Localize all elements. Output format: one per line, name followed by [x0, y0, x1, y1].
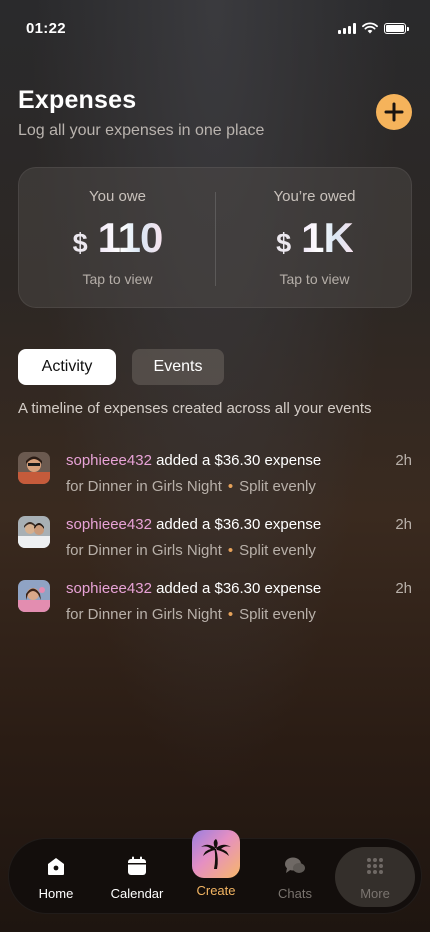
- activity-details: for Dinner in Girls Night • Split evenly: [66, 542, 316, 559]
- wifi-icon: [362, 22, 378, 34]
- you-owe-panel[interactable]: You owe $ 110 Tap to view: [19, 168, 216, 309]
- activity-item[interactable]: sophieee432 added a $36.30 expense for D…: [18, 450, 412, 506]
- create-button[interactable]: [192, 830, 240, 878]
- home-icon: [48, 857, 64, 875]
- youre-owed-tap-hint: Tap to view: [279, 271, 350, 287]
- nav-more-label: More: [360, 886, 390, 901]
- youre-owed-panel[interactable]: You’re owed $ 1K Tap to view: [216, 168, 413, 309]
- youre-owed-label: You’re owed: [273, 188, 356, 205]
- bottom-nav: Home Calendar Create Chats More: [8, 830, 422, 915]
- activity-time: 2h: [395, 452, 412, 469]
- status-bar: 01:22: [0, 0, 430, 54]
- timeline-description: A timeline of expenses created across al…: [18, 400, 372, 417]
- chat-bubbles-icon: [285, 857, 305, 873]
- avatar: [18, 580, 50, 612]
- you-owe-amount: $ 110: [19, 214, 216, 262]
- activity-username[interactable]: sophieee432: [66, 580, 152, 597]
- separator-dot-icon: •: [227, 606, 234, 623]
- nav-create[interactable]: Create: [185, 830, 247, 915]
- activity-username[interactable]: sophieee432: [66, 516, 152, 533]
- plus-icon: [384, 102, 404, 122]
- activity-item[interactable]: sophieee432 added a $36.30 expense for D…: [18, 514, 412, 570]
- status-time: 01:22: [26, 20, 66, 37]
- nav-calendar[interactable]: Calendar: [105, 839, 169, 915]
- activity-details: for Dinner in Girls Night • Split evenly: [66, 606, 316, 623]
- activity-headline: sophieee432 added a $36.30 expense: [66, 516, 321, 533]
- activity-item[interactable]: sophieee432 added a $36.30 expense for D…: [18, 578, 412, 634]
- activity-event: for Dinner in Girls Night: [66, 478, 222, 495]
- palm-tree-icon: [201, 839, 231, 869]
- page-subtitle: Log all your expenses in one place: [18, 122, 265, 139]
- nav-more[interactable]: More: [335, 839, 415, 915]
- activity-time: 2h: [395, 516, 412, 533]
- avatar: [18, 516, 50, 548]
- activity-username[interactable]: sophieee432: [66, 452, 152, 469]
- battery-icon: [384, 22, 409, 34]
- activity-event: for Dinner in Girls Night: [66, 542, 222, 559]
- avatar: [18, 452, 50, 484]
- nav-home[interactable]: Home: [31, 839, 81, 915]
- activity-event: for Dinner in Girls Night: [66, 606, 222, 623]
- nav-chats-label: Chats: [278, 886, 312, 901]
- separator-dot-icon: •: [227, 542, 234, 559]
- activity-details: for Dinner in Girls Night • Split evenly: [66, 478, 316, 495]
- nav-chats[interactable]: Chats: [271, 839, 319, 915]
- signal-icon: [338, 22, 356, 34]
- add-expense-button[interactable]: [376, 94, 412, 130]
- you-owe-label: You owe: [89, 188, 146, 205]
- balance-summary-card: You owe $ 110 Tap to view You’re owed $ …: [18, 167, 412, 308]
- tab-activity[interactable]: Activity: [18, 349, 116, 385]
- you-owe-currency: $: [72, 228, 88, 258]
- youre-owed-value: 1K: [301, 214, 354, 261]
- activity-split: Split evenly: [239, 606, 316, 623]
- grid-dots-icon: [367, 858, 383, 874]
- status-icons: [338, 22, 409, 34]
- tab-events[interactable]: Events: [132, 349, 224, 385]
- activity-split: Split evenly: [239, 542, 316, 559]
- nav-home-label: Home: [38, 886, 74, 901]
- activity-action: added a $36.30 expense: [156, 516, 322, 533]
- activity-time: 2h: [395, 580, 412, 597]
- calendar-icon: [128, 856, 146, 875]
- page-title: Expenses: [18, 86, 137, 114]
- activity-action: added a $36.30 expense: [156, 452, 322, 469]
- tab-bar: Activity Events: [18, 349, 224, 385]
- nav-calendar-label: Calendar: [110, 886, 164, 901]
- nav-create-label: Create: [196, 883, 236, 898]
- you-owe-tap-hint: Tap to view: [82, 271, 153, 287]
- activity-headline: sophieee432 added a $36.30 expense: [66, 580, 321, 597]
- you-owe-value: 110: [97, 214, 164, 261]
- youre-owed-amount: $ 1K: [216, 214, 413, 262]
- activity-split: Split evenly: [239, 478, 316, 495]
- activity-action: added a $36.30 expense: [156, 580, 322, 597]
- separator-dot-icon: •: [227, 478, 234, 495]
- youre-owed-currency: $: [276, 228, 292, 258]
- activity-headline: sophieee432 added a $36.30 expense: [66, 452, 321, 469]
